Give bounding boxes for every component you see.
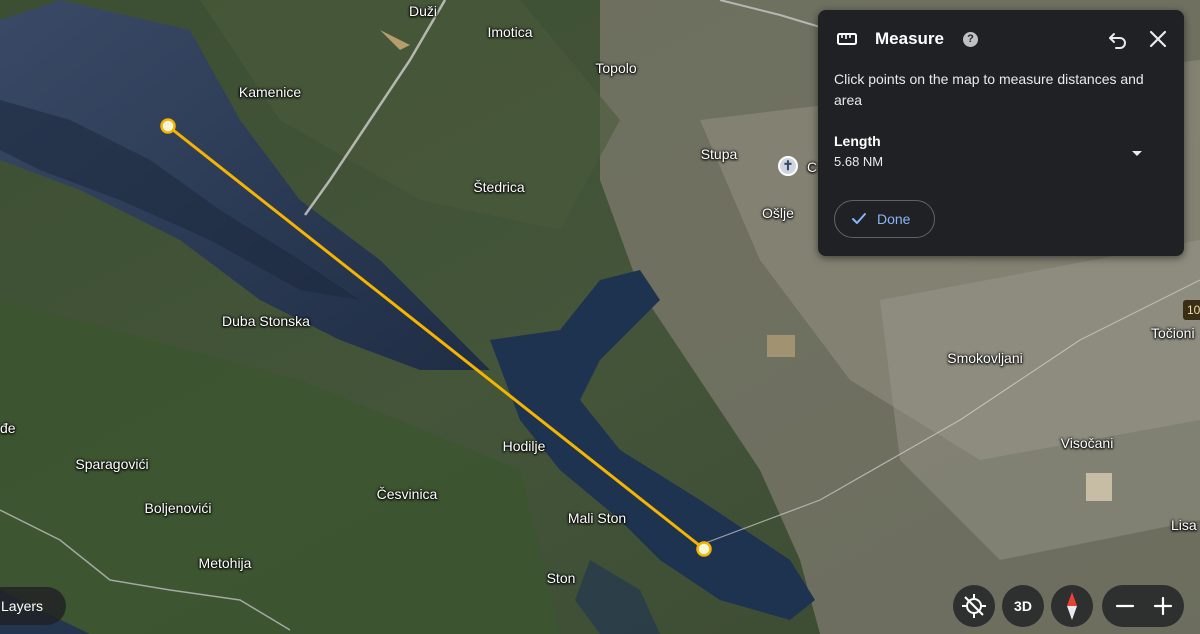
done-button[interactable]: Done [834,200,935,238]
place-duzi[interactable]: Duži [409,3,437,19]
length-value: 5.68 NM [834,154,884,169]
location-button[interactable] [953,585,995,627]
zoom-control [1102,585,1184,627]
layers-label: Layers [1,598,44,614]
place-boljenovici[interactable]: Boljenovići [145,500,212,516]
compass-button[interactable] [1051,585,1093,627]
road-number-badge: 10 [1183,300,1200,320]
place-oslje[interactable]: Ošlje [762,205,794,221]
chevron-down-icon[interactable] [1126,142,1148,164]
ruler-icon [837,33,857,45]
place-duba-stonska[interactable]: Duba Stonska [222,313,310,329]
place-imotica[interactable]: Imotica [487,24,532,40]
measure-point-end[interactable] [696,541,712,557]
compass-icon [1067,592,1077,620]
place-metohija[interactable]: Metohija [199,555,252,571]
close-icon[interactable] [1145,26,1171,52]
place-ston[interactable]: Ston [547,570,576,586]
undo-icon[interactable] [1105,26,1131,52]
toggle-3d-button[interactable]: 3D [1002,585,1044,627]
minus-icon[interactable] [1110,591,1140,621]
help-icon[interactable]: ? [963,32,978,47]
place-stedrica[interactable]: Štedrica [473,179,524,195]
measure-panel-header: Measure ? [818,10,1184,68]
place-tocioni[interactable]: Točioni [1151,325,1195,341]
layers-button[interactable]: Layers [0,587,66,625]
measure-instructions: Click points on the map to measure dista… [834,71,1144,108]
location-off-icon [962,594,986,618]
done-label: Done [877,211,911,227]
place-kamenice[interactable]: Kamenice [239,84,301,100]
place-stupa[interactable]: Stupa [701,146,738,162]
plus-icon[interactable] [1148,591,1178,621]
place-hodilje[interactable]: Hodilje [503,438,546,454]
place-visocani[interactable]: Visočani [1061,435,1114,451]
place-smokovljani[interactable]: Smokovljani [947,350,1022,366]
measure-title: Measure [875,29,944,48]
poi-label[interactable]: C [807,159,817,175]
place-sparagovici[interactable]: Sparagovići [75,456,148,472]
place-lisa[interactable]: Lisa [1171,517,1197,533]
measure-panel: Measure ? Click points on the map to mea… [818,10,1184,256]
measure-point-start[interactable] [160,118,176,134]
place-cesvinica[interactable]: Česvinica [377,486,438,502]
church-poi-icon[interactable]: ✝ [778,156,798,176]
length-label: Length [834,133,881,149]
place-de[interactable]: đe [0,420,16,436]
place-topolo[interactable]: Topolo [595,60,636,76]
place-mali-ston[interactable]: Mali Ston [568,510,626,526]
check-icon [852,213,866,224]
